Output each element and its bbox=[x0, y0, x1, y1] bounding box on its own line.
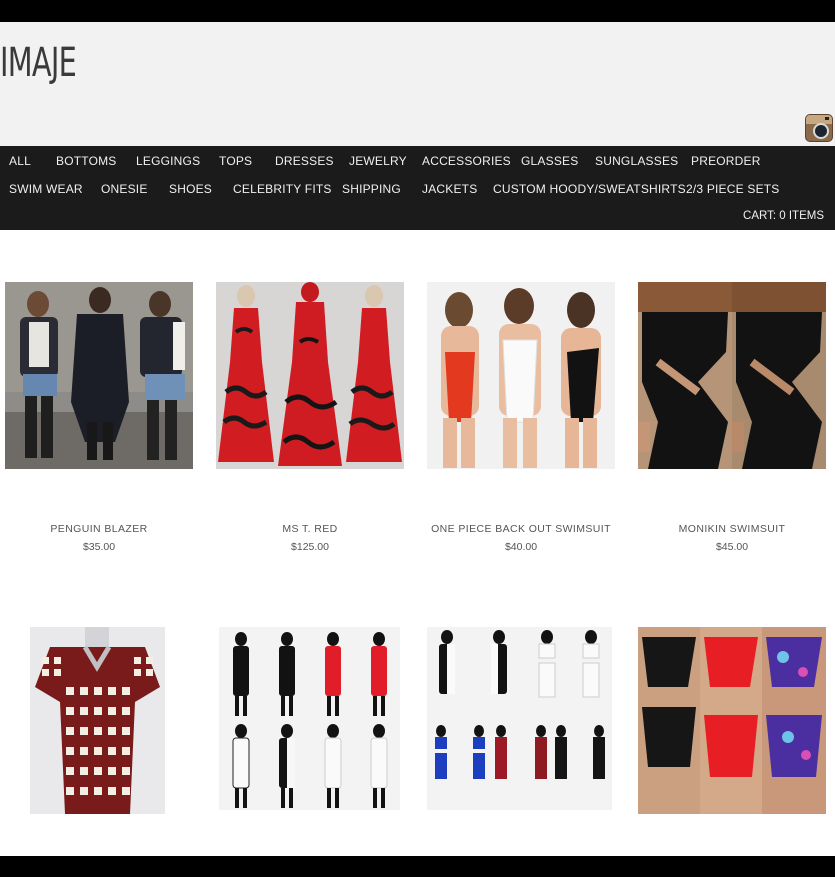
product-price: $125.00 bbox=[291, 541, 329, 553]
product-image-penguin-blazer[interactable] bbox=[5, 282, 193, 469]
product-image-one-piece-swimsuit[interactable] bbox=[427, 282, 615, 469]
main-nav: ALL BOTTOMS LEGGINGS TOPS DRESSES JEWELR… bbox=[0, 146, 835, 230]
nav-item-tops[interactable]: TOPS bbox=[219, 154, 252, 168]
product-image-two-piece-sets[interactable] bbox=[427, 627, 612, 810]
nav-item-celebrity-fits[interactable]: CELEBRITY FITS bbox=[233, 182, 332, 196]
product-name[interactable]: ONE PIECE BACK OUT SWIMSUIT bbox=[421, 523, 621, 535]
product-name[interactable]: MONIKIN SWIMSUIT bbox=[632, 523, 832, 535]
nav-item-all[interactable]: ALL bbox=[9, 154, 31, 168]
nav-item-custom-hoody[interactable]: CUSTOM HOODY/SWEATSHIRTS bbox=[493, 182, 686, 196]
nav-item-shoes[interactable]: SHOES bbox=[169, 182, 212, 196]
instagram-icon[interactable] bbox=[805, 114, 833, 142]
nav-item-accessories[interactable]: ACCESSORIES bbox=[422, 154, 511, 168]
nav-item-jackets[interactable]: JACKETS bbox=[422, 182, 477, 196]
nav-item-glasses[interactable]: GLASSES bbox=[521, 154, 578, 168]
product-image-monikin-swimsuit[interactable] bbox=[638, 282, 826, 469]
nav-item-jewelry[interactable]: JEWELRY bbox=[349, 154, 407, 168]
product-image-checkered-dress[interactable] bbox=[30, 627, 165, 814]
cart-link[interactable]: CART: 0 ITEMS bbox=[743, 210, 824, 222]
nav-item-piece-sets[interactable]: 2/3 PIECE SETS bbox=[686, 182, 780, 196]
nav-item-shipping[interactable]: SHIPPING bbox=[342, 182, 401, 196]
product-price: $40.00 bbox=[504, 541, 538, 553]
product-image-cross-bikini[interactable] bbox=[638, 627, 826, 814]
product-image-ms-t-red[interactable] bbox=[216, 282, 404, 469]
nav-item-preorder[interactable]: PREORDER bbox=[691, 154, 761, 168]
site-logo[interactable]: IMAJE bbox=[0, 40, 77, 86]
product-price: $35.00 bbox=[82, 541, 116, 553]
nav-item-swim-wear[interactable]: SWIM WEAR bbox=[9, 182, 83, 196]
top-bar bbox=[0, 0, 835, 22]
nav-item-onesie[interactable]: ONESIE bbox=[101, 182, 148, 196]
nav-item-dresses[interactable]: DRESSES bbox=[275, 154, 334, 168]
nav-item-bottoms[interactable]: BOTTOMS bbox=[56, 154, 117, 168]
product-price: $45.00 bbox=[715, 541, 749, 553]
site-header bbox=[0, 22, 835, 146]
nav-item-leggings[interactable]: LEGGINGS bbox=[136, 154, 200, 168]
product-name[interactable]: PENGUIN BLAZER bbox=[0, 523, 199, 535]
product-name[interactable]: MS T. RED bbox=[210, 523, 410, 535]
bottom-bar bbox=[0, 856, 835, 877]
nav-item-sunglasses[interactable]: SUNGLASSES bbox=[595, 154, 678, 168]
product-image-black-bodycon-set[interactable] bbox=[219, 627, 400, 810]
